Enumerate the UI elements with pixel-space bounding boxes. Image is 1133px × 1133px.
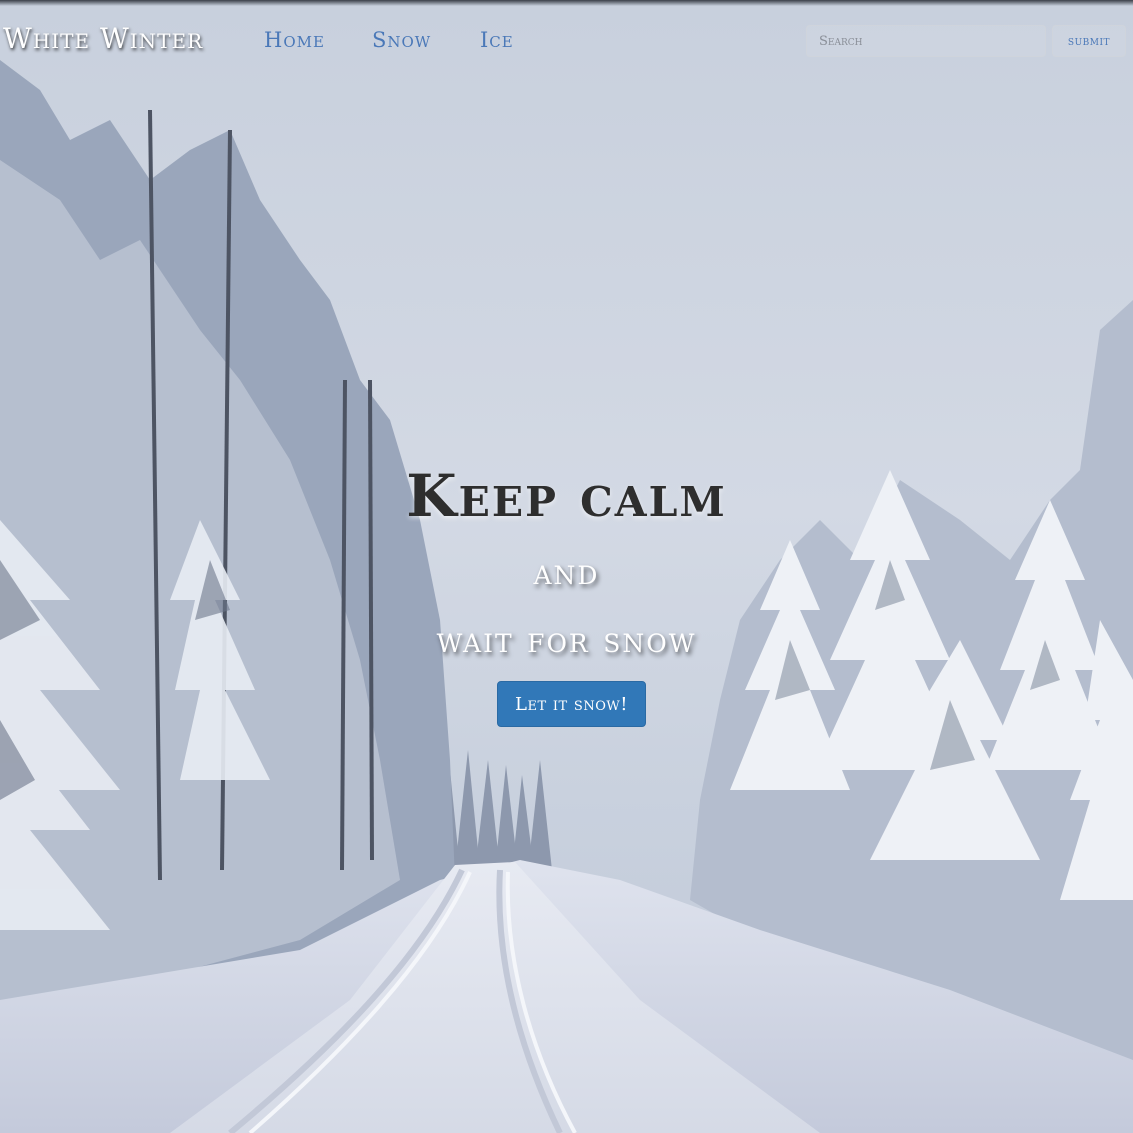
page: White Winter Home Snow Ice submit Keep c…	[0, 0, 1133, 1133]
top-shadow	[0, 0, 1133, 6]
hero-title-keep-calm: Keep calm	[406, 462, 727, 530]
nav-link-home[interactable]: Home	[264, 28, 325, 52]
brand-logo-text[interactable]: White Winter	[3, 22, 203, 55]
submit-button[interactable]: submit	[1052, 25, 1126, 57]
hero-subtitle-wait-for-snow: wait for snow	[436, 620, 697, 661]
nav-link-ice[interactable]: Ice	[480, 28, 514, 52]
let-it-snow-button[interactable]: Let it snow!	[497, 681, 646, 727]
search-input[interactable]	[806, 25, 1046, 57]
hero-subtitle-and: and	[533, 552, 600, 593]
nav-link-snow[interactable]: Snow	[372, 28, 431, 52]
